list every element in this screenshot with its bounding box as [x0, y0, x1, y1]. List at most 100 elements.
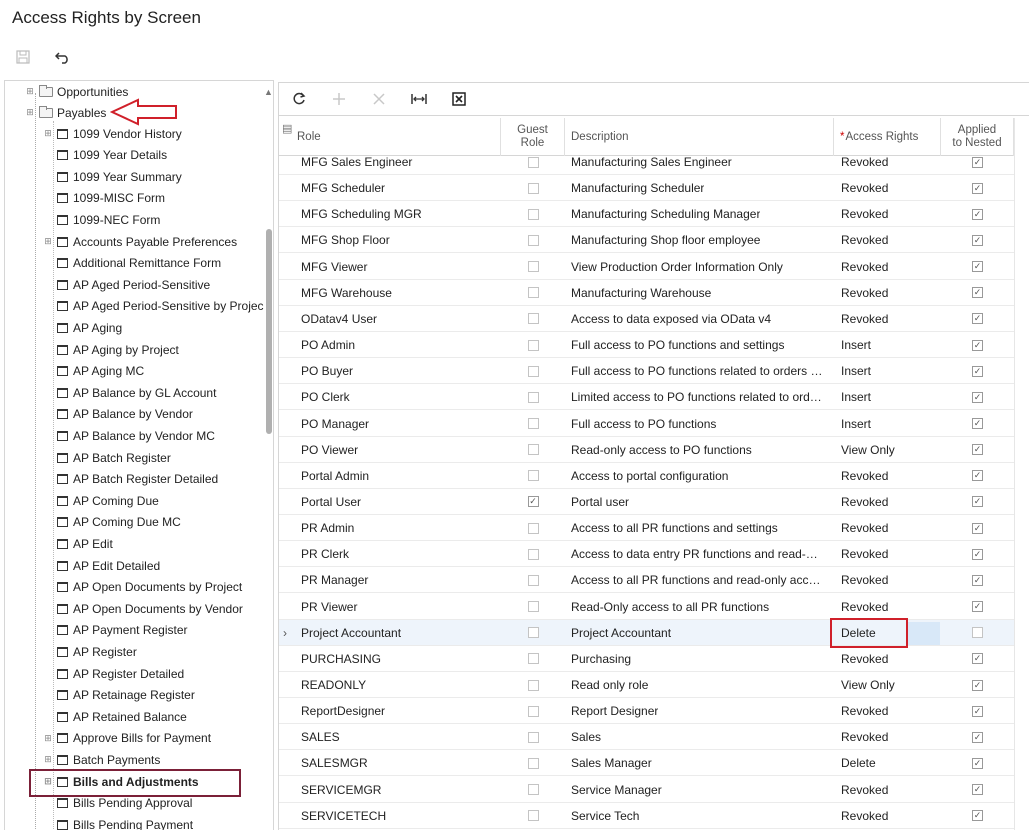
applied-to-nested-cell[interactable]: ✓ [941, 227, 1014, 253]
applied-to-nested-cell[interactable]: ✓ [941, 157, 1014, 175]
tree-item-screen[interactable]: AP Coming Due [43, 490, 159, 511]
applied-to-nested-cell[interactable]: ✓ [941, 515, 1014, 541]
tree-item-screen[interactable]: AP Balance by Vendor MC [43, 425, 215, 446]
guest-role-cell[interactable] [501, 157, 565, 175]
tree-item-screen[interactable]: AP Aging MC [43, 361, 144, 382]
table-row[interactable]: MFG Warehouse Manufacturing Warehouse Revo… [279, 280, 1014, 306]
access-rights-cell[interactable]: Revoked [841, 646, 941, 672]
guest-role-cell[interactable] [501, 567, 565, 593]
applied-to-nested-checkbox[interactable]: ✓ [972, 418, 983, 429]
tree-item-screen[interactable]: AP Aged Period-Sensitive by Projec [43, 296, 264, 317]
table-row[interactable]: SALES Sales Revoked ✓ [279, 724, 1014, 751]
tree-item-screen[interactable]: AP Batch Register Detailed [43, 469, 218, 490]
add-row-icon[interactable] [329, 89, 349, 109]
role-cell[interactable]: PO Admin [301, 332, 499, 358]
scrollbar-thumb[interactable] [266, 229, 272, 434]
applied-to-nested-cell[interactable]: ✓ [941, 803, 1014, 829]
expand-icon[interactable]: ⊞ [43, 754, 53, 765]
applied-to-nested-cell[interactable]: ✓ [941, 567, 1014, 593]
access-rights-cell[interactable]: Revoked [841, 724, 941, 750]
access-rights-cell[interactable]: Revoked [841, 803, 941, 829]
table-row[interactable]: PR Manager Access to all PR functions and… [279, 567, 1014, 594]
tree-item-screen[interactable]: AP Open Documents by Project [43, 577, 242, 598]
applied-to-nested-checkbox[interactable]: ✓ [972, 653, 983, 665]
tree-item-screen[interactable]: AP Coming Due MC [43, 512, 181, 533]
tree-item-screen[interactable]: ⊞ 1099 Vendor History [43, 123, 182, 144]
description-cell[interactable]: Sales Manager [571, 750, 833, 776]
applied-to-nested-checkbox[interactable]: ✓ [972, 261, 983, 273]
description-cell[interactable]: Portal user [571, 489, 833, 515]
guest-role-cell[interactable] [501, 750, 565, 776]
tree-item-screen[interactable]: AP Retainage Register [43, 685, 195, 706]
applied-to-nested-cell[interactable] [941, 620, 1014, 646]
applied-to-nested-checkbox[interactable]: ✓ [972, 522, 983, 534]
access-rights-cell[interactable]: Delete [841, 750, 941, 776]
description-cell[interactable]: Purchasing [571, 646, 833, 672]
tree-item-screen[interactable]: AP Balance by GL Account [43, 382, 216, 403]
access-rights-cell[interactable]: Revoked [841, 698, 941, 724]
table-row[interactable]: PR Clerk Access to data entry PR function… [279, 541, 1014, 568]
guest-role-checkbox[interactable] [527, 627, 539, 639]
table-row[interactable]: READONLY Read only role View Only ✓ [279, 672, 1014, 698]
description-cell[interactable]: Access to portal configuration [571, 463, 833, 489]
expand-icon[interactable]: ⊞ [43, 733, 53, 743]
access-rights-cell[interactable]: View Only [841, 437, 941, 463]
applied-to-nested-checkbox[interactable]: ✓ [972, 208, 983, 220]
role-cell[interactable]: PO Buyer [301, 358, 499, 384]
role-cell[interactable]: PR Admin [301, 515, 499, 541]
description-cell[interactable]: Manufacturing Warehouse [571, 280, 833, 306]
guest-role-cell[interactable] [501, 175, 565, 201]
tree-scrollbar[interactable]: ▲ [263, 81, 273, 830]
access-rights-cell[interactable]: Revoked [841, 489, 941, 515]
guest-role-checkbox[interactable] [527, 574, 539, 586]
save-icon[interactable] [12, 46, 34, 68]
access-rights-cell[interactable]: Revoked [841, 594, 941, 620]
guest-role-cell[interactable] [501, 411, 565, 437]
applied-to-nested-cell[interactable]: ✓ [941, 594, 1014, 620]
access-rights-cell[interactable]: Revoked [841, 157, 941, 175]
applied-to-nested-checkbox[interactable]: ✓ [972, 365, 983, 377]
guest-role-checkbox[interactable] [527, 705, 539, 717]
applied-to-nested-checkbox[interactable]: ✓ [972, 470, 983, 482]
description-cell[interactable]: View Production Order Information Only [571, 254, 833, 280]
applied-to-nested-checkbox[interactable]: ✓ [972, 339, 983, 351]
applied-to-nested-cell[interactable]: ✓ [941, 646, 1014, 672]
guest-role-cell[interactable] [501, 672, 565, 698]
applied-to-nested-checkbox[interactable]: ✓ [972, 810, 983, 822]
guest-role-checkbox[interactable] [527, 418, 539, 429]
description-cell[interactable]: Access to data entry PR functions and re… [571, 541, 833, 567]
guest-role-checkbox[interactable] [527, 234, 539, 246]
table-row[interactable]: PURCHASING Purchasing Revoked ✓ [279, 646, 1014, 672]
refresh-icon[interactable] [289, 89, 309, 109]
applied-to-nested-cell[interactable]: ✓ [941, 672, 1014, 698]
guest-role-checkbox[interactable]: ✓ [527, 496, 539, 508]
applied-to-nested-checkbox[interactable]: ✓ [972, 287, 983, 299]
table-row[interactable]: Portal User ✓ Portal user Revoked ✓ [279, 489, 1014, 515]
access-rights-cell[interactable]: Revoked [841, 777, 941, 803]
tree-item-screen[interactable]: 1099 Year Summary [43, 166, 182, 187]
guest-role-checkbox[interactable] [527, 470, 539, 482]
undo-icon[interactable] [52, 46, 74, 68]
header-applied-to-nested[interactable]: Applied to Nested [941, 118, 1014, 156]
role-cell[interactable]: Portal Admin [301, 463, 499, 489]
table-row[interactable]: SERVICEMGR Service Manager Revoked ✓ [279, 777, 1014, 803]
table-row[interactable]: SALESMGR Sales Manager Delete ✓ [279, 750, 1014, 777]
guest-role-checkbox[interactable] [527, 157, 539, 168]
access-rights-cell[interactable]: Insert [841, 358, 941, 384]
role-cell[interactable]: MFG Sales Engineer [301, 157, 499, 175]
applied-to-nested-cell[interactable]: ✓ [941, 358, 1014, 384]
description-cell[interactable]: Report Designer [571, 698, 833, 724]
description-cell[interactable]: Full access to PO functions related to o… [571, 358, 833, 384]
guest-role-cell[interactable] [501, 698, 565, 724]
table-row[interactable]: MFG Shop Floor Manufacturing Shop floor e… [279, 227, 1014, 254]
access-rights-cell[interactable]: Insert [841, 411, 941, 437]
access-rights-cell[interactable]: View Only [841, 672, 941, 698]
access-rights-cell[interactable]: Revoked [841, 306, 941, 332]
tree-item-screen[interactable]: AP Open Documents by Vendor [43, 598, 243, 619]
expand-icon[interactable]: ⊞ [25, 107, 35, 118]
guest-role-cell[interactable] [501, 724, 565, 750]
tree-item-screen[interactable]: AP Edit Detailed [43, 555, 160, 576]
applied-to-nested-cell[interactable]: ✓ [941, 541, 1014, 567]
applied-to-nested-cell[interactable]: ✓ [941, 489, 1014, 515]
guest-role-checkbox[interactable] [527, 679, 539, 691]
